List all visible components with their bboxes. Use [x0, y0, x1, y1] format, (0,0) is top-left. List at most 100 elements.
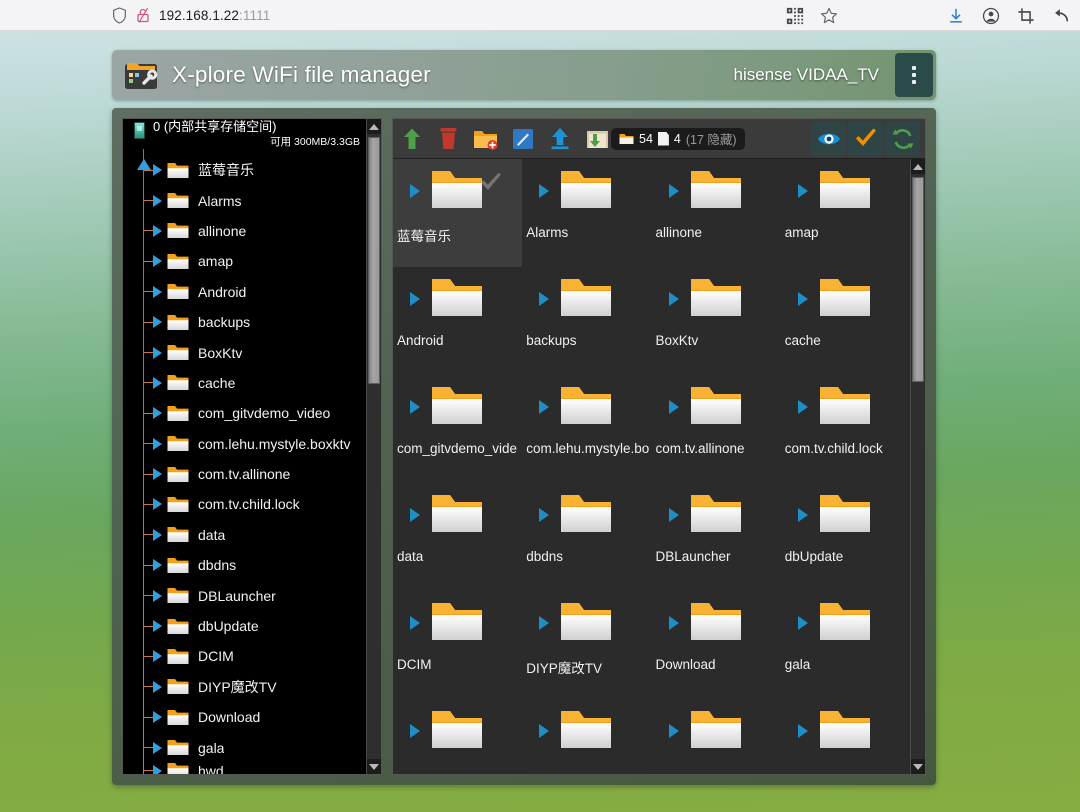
- tree-scrollbar[interactable]: [366, 119, 381, 774]
- tree-item-com.tv.child.lock[interactable]: com.tv.child.lock: [123, 489, 366, 519]
- expand-caret-icon[interactable]: [153, 620, 162, 632]
- expand-caret-icon[interactable]: [153, 765, 162, 774]
- tree-item-backups[interactable]: backups: [123, 307, 366, 337]
- expand-caret-icon[interactable]: [539, 184, 549, 198]
- file-grid-item[interactable]: [781, 699, 910, 774]
- file-grid-item[interactable]: data: [393, 483, 522, 591]
- expand-caret-icon[interactable]: [153, 650, 162, 662]
- expand-caret-icon[interactable]: [539, 400, 549, 414]
- expand-caret-icon[interactable]: [669, 292, 679, 306]
- up-folder-button[interactable]: [394, 122, 429, 156]
- expand-caret-icon[interactable]: [153, 742, 162, 754]
- expand-caret-icon[interactable]: [153, 559, 162, 571]
- tree-item-DIYP魔改TV[interactable]: DIYP魔改TV: [123, 672, 366, 702]
- expand-caret-icon[interactable]: [798, 184, 808, 198]
- tree-item-com_gitvdemo_video[interactable]: com_gitvdemo_video: [123, 398, 366, 428]
- account-icon[interactable]: [982, 7, 1000, 25]
- expand-caret-icon[interactable]: [153, 681, 162, 693]
- tree-root-header[interactable]: 0 (内部共享存储空间) 可用 300MB/3.3GB: [123, 119, 366, 155]
- tree-item-allinone[interactable]: allinone: [123, 216, 366, 246]
- file-grid-item[interactable]: [393, 699, 522, 774]
- file-grid-item[interactable]: DCIM: [393, 591, 522, 699]
- expand-caret-icon[interactable]: [153, 590, 162, 602]
- file-grid-item[interactable]: [652, 699, 781, 774]
- tree-scroll-track[interactable]: [367, 134, 381, 759]
- expand-caret-icon[interactable]: [410, 184, 420, 198]
- screenshot-crop-icon[interactable]: [1017, 7, 1035, 25]
- rename-button[interactable]: [505, 122, 540, 156]
- tree-scroll-down-button[interactable]: [367, 759, 381, 774]
- file-grid-item[interactable]: DIYP魔改TV: [522, 591, 651, 699]
- expand-caret-icon[interactable]: [153, 195, 162, 207]
- file-grid-item[interactable]: com.tv.allinone: [652, 375, 781, 483]
- expand-caret-icon[interactable]: [410, 724, 420, 738]
- file-grid-item[interactable]: backups: [522, 267, 651, 375]
- file-grid-item[interactable]: Alarms: [522, 159, 651, 267]
- expand-caret-icon[interactable]: [410, 508, 420, 522]
- grid-scroll-thumb[interactable]: [912, 177, 924, 382]
- star-bookmark-icon[interactable]: [820, 7, 838, 25]
- expand-caret-icon[interactable]: [798, 508, 808, 522]
- expand-caret-icon[interactable]: [153, 377, 162, 389]
- file-grid-item[interactable]: com_gitvdemo_vide: [393, 375, 522, 483]
- expand-caret-icon[interactable]: [539, 724, 549, 738]
- expand-caret-icon[interactable]: [798, 724, 808, 738]
- grid-scrollbar[interactable]: [910, 159, 925, 774]
- tree-item-dbUpdate[interactable]: dbUpdate: [123, 611, 366, 641]
- new-folder-button[interactable]: [468, 122, 503, 156]
- overflow-menu-button[interactable]: [895, 53, 933, 97]
- tree-item-gala[interactable]: gala: [123, 732, 366, 762]
- grid-scroll-up-button[interactable]: [911, 159, 925, 174]
- grid-scroll-down-button[interactable]: [911, 759, 925, 774]
- file-grid-item[interactable]: [522, 699, 651, 774]
- expand-caret-icon[interactable]: [798, 616, 808, 630]
- expand-caret-icon[interactable]: [153, 529, 162, 541]
- file-grid-item[interactable]: 蓝莓音乐: [393, 159, 522, 267]
- expand-caret-icon[interactable]: [539, 616, 549, 630]
- file-grid-item[interactable]: com.lehu.mystyle.bo: [522, 375, 651, 483]
- expand-caret-icon[interactable]: [669, 616, 679, 630]
- tree-item-cache[interactable]: cache: [123, 368, 366, 398]
- download-button[interactable]: [579, 122, 614, 156]
- expand-caret-icon[interactable]: [669, 400, 679, 414]
- delete-button[interactable]: [431, 122, 466, 156]
- expand-caret-icon[interactable]: [153, 438, 162, 450]
- tree-item-com.tv.allinone[interactable]: com.tv.allinone: [123, 459, 366, 489]
- tree-scroll-thumb[interactable]: [368, 137, 380, 384]
- broken-lock-icon[interactable]: [136, 7, 150, 23]
- file-grid-item[interactable]: amap: [781, 159, 910, 267]
- tree-item-蓝莓音乐[interactable]: 蓝莓音乐: [123, 155, 366, 185]
- tree-item-DCIM[interactable]: DCIM: [123, 641, 366, 671]
- expand-caret-icon[interactable]: [153, 255, 162, 267]
- grid-scroll-track[interactable]: [911, 174, 925, 759]
- address-bar[interactable]: 192.168.1.22:1111: [112, 7, 270, 24]
- expand-caret-icon[interactable]: [153, 711, 162, 723]
- file-grid-item[interactable]: BoxKtv: [652, 267, 781, 375]
- file-grid-item[interactable]: cache: [781, 267, 910, 375]
- refresh-button[interactable]: [885, 122, 920, 156]
- expand-caret-icon[interactable]: [153, 347, 162, 359]
- tree-scroll-up-button[interactable]: [367, 119, 381, 134]
- expand-caret-icon[interactable]: [153, 468, 162, 480]
- expand-caret-icon[interactable]: [669, 184, 679, 198]
- file-grid-item[interactable]: allinone: [652, 159, 781, 267]
- tree-item-dbdns[interactable]: dbdns: [123, 550, 366, 580]
- file-grid-item[interactable]: dbdns: [522, 483, 651, 591]
- tree-item-data[interactable]: data: [123, 520, 366, 550]
- upload-button[interactable]: [542, 122, 577, 156]
- expand-caret-icon[interactable]: [153, 316, 162, 328]
- expand-caret-icon[interactable]: [539, 508, 549, 522]
- expand-caret-icon[interactable]: [153, 164, 162, 176]
- tree-item-DBLauncher[interactable]: DBLauncher: [123, 580, 366, 610]
- file-grid-item[interactable]: com.tv.child.lock: [781, 375, 910, 483]
- tree-item-BoxKtv[interactable]: BoxKtv: [123, 337, 366, 367]
- file-grid-item[interactable]: dbUpdate: [781, 483, 910, 591]
- tree-item-amap[interactable]: amap: [123, 246, 366, 276]
- qr-code-icon[interactable]: [786, 7, 804, 25]
- select-all-button[interactable]: [848, 122, 883, 156]
- expand-caret-icon[interactable]: [153, 498, 162, 510]
- tree-item-com.lehu.mystyle.boxktv[interactable]: com.lehu.mystyle.boxktv: [123, 429, 366, 459]
- preview-button[interactable]: [811, 122, 846, 156]
- expand-caret-icon[interactable]: [410, 292, 420, 306]
- expand-caret-icon[interactable]: [153, 407, 162, 419]
